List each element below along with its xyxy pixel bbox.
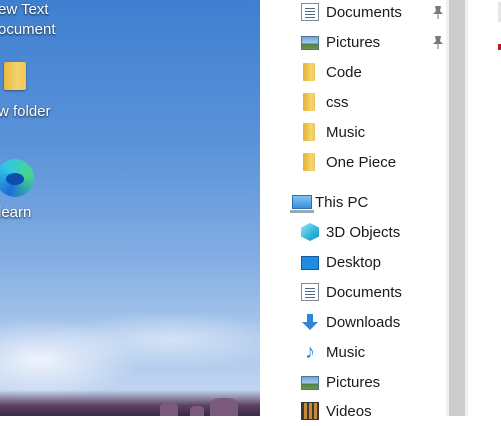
documents-icon [301,283,319,301]
nav-item-label: Code [326,63,362,81]
edge-browser-icon [0,159,34,197]
nav-item-label: One Piece [326,153,397,171]
nav-item-css[interactable]: css [301,87,349,117]
desktop-icon-label: ew Text [0,1,49,18]
nav-item-label: Documents [326,283,402,301]
nav-item-music[interactable]: ♪ Music [301,337,365,367]
nav-item-3d-objects[interactable]: 3D Objects [301,217,400,247]
scrollbar-thumb[interactable] [449,0,465,416]
documents-icon [301,3,319,21]
desktop-icon-label: ocument [0,21,56,38]
nav-item-label: Music [326,343,366,361]
computer-icon [290,195,314,213]
pin-icon[interactable] [432,35,444,49]
desktop-icon-edge[interactable]: learn [0,155,80,225]
desktop-background: ew Text ocument w folder learn [0,0,260,416]
nav-item-code[interactable]: Code [301,57,362,87]
nav-item-documents[interactable]: Documents [301,277,402,307]
nav-item-label: Music [326,123,366,141]
nav-item-label: Documents [326,3,402,21]
nav-item-label: Pictures [326,33,381,51]
nav-item-documents-quick[interactable]: Documents [301,0,402,27]
nav-item-music-folder[interactable]: Music [301,117,365,147]
folder-icon [303,153,315,171]
nav-item-pictures[interactable]: Pictures [301,367,380,397]
pictures-icon [301,36,319,50]
nav-item-pictures-quick[interactable]: Pictures [301,27,380,57]
desktop-icon [301,256,319,270]
desktop-icon-new-folder[interactable]: w folder [0,58,80,120]
nav-item-one-piece[interactable]: One Piece [301,147,396,177]
desktop-icon-label: w folder [0,103,51,120]
folder-icon [303,123,315,141]
music-icon: ♪ [305,341,315,363]
videos-icon [301,402,319,420]
nav-item-this-pc[interactable]: This PC [290,187,369,217]
nav-item-videos[interactable]: Videos [301,396,372,426]
nav-item-label: 3D Objects [326,223,401,241]
nav-item-label: Videos [326,402,372,420]
downloads-icon [301,313,319,331]
nav-item-label: css [326,93,349,111]
wallpaper-ground [0,390,260,416]
nav-item-label: Downloads [326,313,401,331]
nav-item-label: Pictures [326,373,381,391]
nav-item-desktop[interactable]: Desktop [301,247,381,277]
pin-icon[interactable] [432,5,444,19]
vertical-scrollbar[interactable] [446,0,468,416]
3d-objects-icon [301,223,319,241]
folder-icon [303,93,315,111]
pictures-icon [301,376,319,390]
folder-icon [303,63,315,81]
nav-item-downloads[interactable]: Downloads [301,307,400,337]
desktop-icon-label: learn [0,204,32,221]
folder-icon [4,62,26,90]
nav-item-label: This PC [315,193,369,211]
content-area [468,0,501,416]
nav-item-label: Desktop [326,253,382,271]
